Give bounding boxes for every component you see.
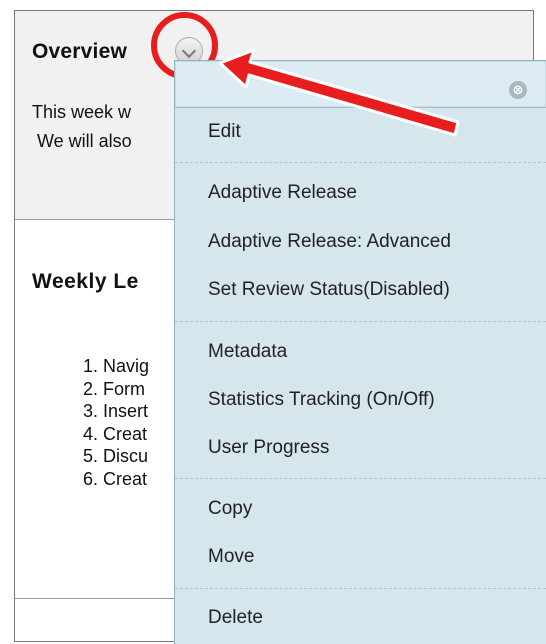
pointer-arrow-annotation: [218, 48, 460, 137]
arrow-icon: [218, 48, 460, 137]
